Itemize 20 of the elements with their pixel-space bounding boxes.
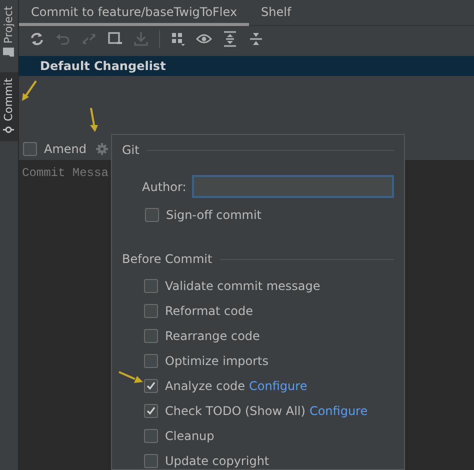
section-heading: Git [122,142,140,159]
sidebar-tab[interactable]: Commit [0,72,18,141]
author-label: Author: [142,178,186,196]
sidebar-tab[interactable]: Project [0,0,18,64]
configure-link[interactable]: Configure [309,402,368,420]
amend-label: Amend [44,141,87,158]
option-label: Rearrange code [165,328,260,344]
configure-link[interactable]: Configure [249,376,308,394]
option-label: Sign-off commit [166,207,262,224]
section-heading: Before Commit [122,251,212,268]
tab[interactable]: Commit to feature/baseTwigToFlex [19,0,250,26]
option-label: Check TODO (Show All) [165,402,306,420]
option-label: Analyze code [165,378,246,394]
changelist-row[interactable]: Default Changelist [19,56,474,76]
option-label: Update copyright [165,452,270,470]
option-label: Validate commit message [165,278,320,294]
option-label: Cleanup [165,428,214,444]
tab[interactable]: Shelf [249,0,304,26]
option-label: Reformat code [165,302,253,320]
option-label: Optimize imports [165,352,268,370]
